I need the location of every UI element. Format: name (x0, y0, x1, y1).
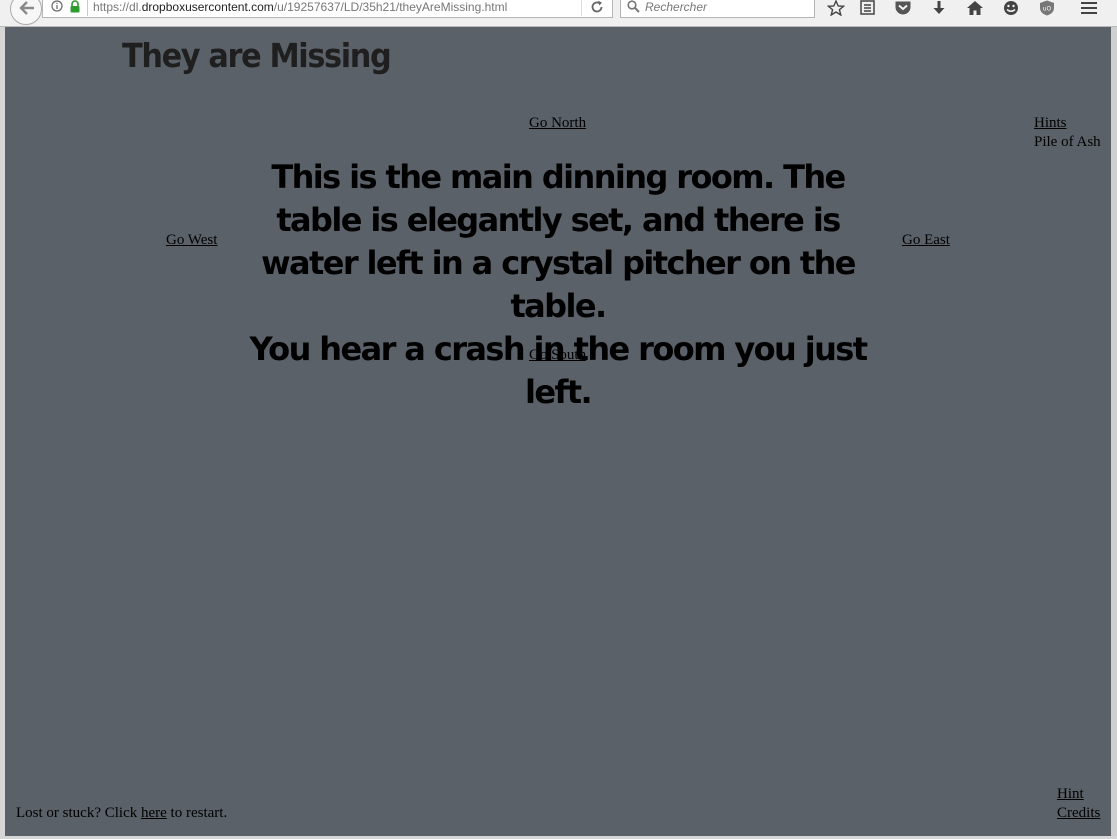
go-east-link[interactable]: Go East (902, 232, 950, 249)
back-button[interactable] (10, 0, 42, 25)
url-domain: dropboxusercontent.com (141, 0, 274, 14)
search-input[interactable] (645, 0, 810, 15)
browser-toolbar: https://dl.dropboxusercontent.com/u/1925… (0, 0, 1117, 27)
event-text: You hear a crash in the room you just le… (249, 330, 869, 411)
url-path: /u/19257637/LD/35h21/theyAreMissing.html (273, 0, 508, 14)
restart-suffix: to restart. (166, 805, 228, 821)
reading-list-icon[interactable] (859, 0, 877, 16)
ublock-icon[interactable]: uO (1038, 0, 1056, 16)
pocket-icon[interactable] (894, 0, 912, 16)
restart-link[interactable]: here (141, 805, 167, 821)
lock-icon[interactable] (69, 0, 81, 13)
credits-link[interactable]: Credits (1057, 805, 1100, 822)
restart-message: Lost or stuck? Click here to restart. (16, 805, 227, 822)
room-text: This is the main dinning room. The table… (261, 158, 856, 325)
search-bar[interactable] (620, 0, 815, 18)
url-prefix: https://dl. (93, 0, 142, 14)
page-title: They are Missing (122, 36, 392, 75)
menu-icon[interactable] (1080, 0, 1098, 16)
go-north-link[interactable]: Go North (529, 115, 586, 132)
bookmark-star-icon[interactable] (827, 0, 845, 16)
url-separator (87, 0, 88, 16)
hints-link[interactable]: Hints (1034, 115, 1067, 132)
window-frame-right (1111, 27, 1117, 839)
home-icon[interactable] (966, 0, 984, 16)
room-description: This is the main dinning room. The table… (228, 156, 888, 414)
reload-separator (581, 0, 582, 16)
hint-link[interactable]: Hint (1057, 786, 1084, 803)
url-text[interactable]: https://dl.dropboxusercontent.com/u/1925… (93, 0, 507, 15)
restart-prefix: Lost or stuck? Click (16, 805, 141, 821)
arrow-left-icon (19, 1, 34, 15)
info-icon[interactable] (51, 0, 63, 12)
reload-icon[interactable] (590, 0, 604, 14)
emoji-icon[interactable] (1002, 0, 1020, 16)
svg-text:uO: uO (1043, 6, 1052, 13)
inventory-item: Pile of Ash (1034, 134, 1101, 150)
go-south-link[interactable]: Go South (529, 347, 586, 364)
search-icon (627, 0, 640, 13)
window-frame-left (0, 27, 5, 839)
address-bar[interactable]: https://dl.dropboxusercontent.com/u/1925… (42, 0, 613, 18)
download-icon[interactable] (930, 0, 948, 16)
go-west-link[interactable]: Go West (166, 232, 217, 249)
